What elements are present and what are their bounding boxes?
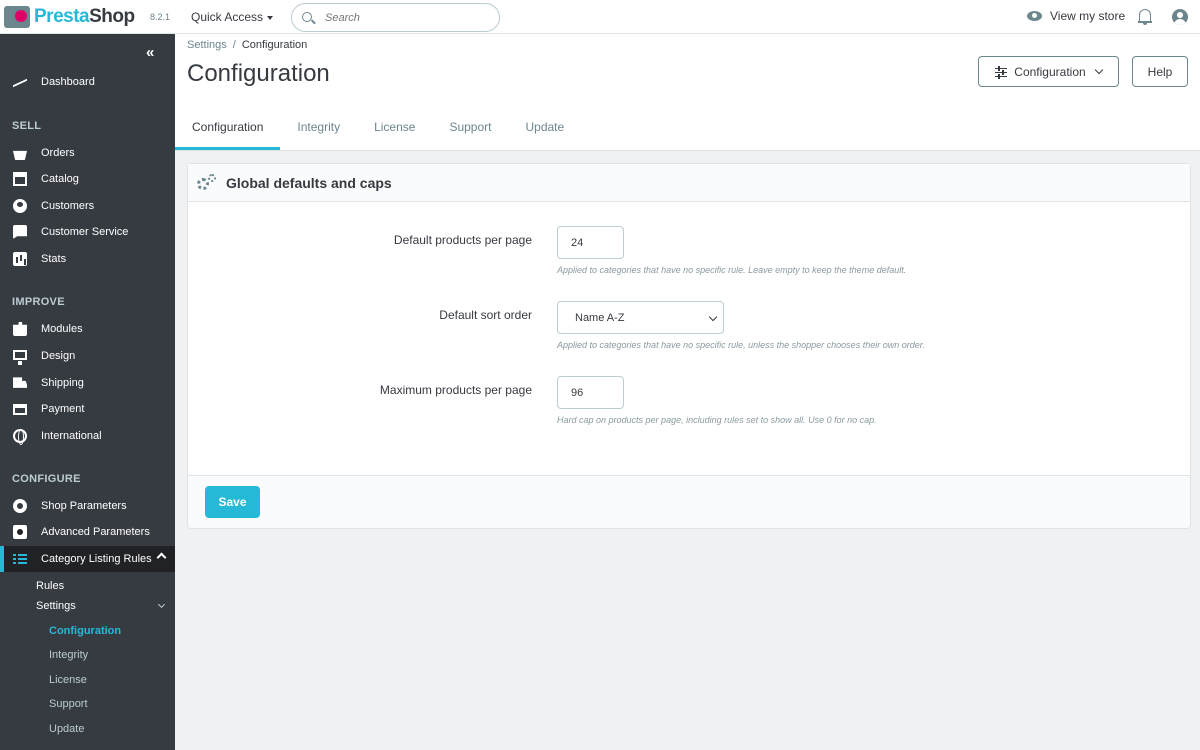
sliders-icon — [995, 65, 1008, 77]
tab-bar: Configuration Integrity License Support … — [175, 104, 581, 150]
sidebar-item-advanced-parameters[interactable]: Advanced Parameters — [0, 519, 175, 545]
sub-item-configuration[interactable]: Configuration — [49, 625, 121, 637]
section-configure: CONFIGURE — [12, 473, 81, 485]
tab-update[interactable]: Update — [508, 104, 581, 150]
tab-integrity[interactable]: Integrity — [280, 104, 357, 150]
basket-icon — [13, 150, 27, 160]
logo[interactable]: PrestaShop — [4, 5, 135, 29]
truck-icon — [13, 377, 27, 388]
sidebar-item-customers[interactable]: Customers — [0, 193, 175, 219]
top-bar: PrestaShop 8.2.1 Quick Access View my st… — [0, 0, 1200, 34]
version-label: 8.2.1 — [150, 12, 171, 22]
panel-title: Global defaults and caps — [226, 174, 392, 191]
sub-item-integrity[interactable]: Integrity — [49, 649, 88, 661]
globe-icon — [13, 429, 27, 445]
card-icon — [13, 403, 27, 415]
monitor-icon — [13, 349, 27, 365]
sidebar-item-shop-parameters[interactable]: Shop Parameters — [0, 493, 175, 519]
tab-support[interactable]: Support — [432, 104, 508, 150]
sub-item-update[interactable]: Update — [49, 723, 84, 735]
tab-license[interactable]: License — [357, 104, 432, 150]
breadcrumb: Settings / Configuration — [187, 39, 308, 51]
sort-order-help: Applied to categories that have no speci… — [557, 340, 925, 350]
caret-down-icon — [267, 15, 274, 20]
sort-order-select[interactable]: Name A-Z — [557, 301, 724, 334]
max-per-page-label: Maximum products per page — [379, 383, 532, 397]
store-icon — [13, 172, 27, 186]
user-icon — [13, 199, 27, 213]
breadcrumb-current: Configuration — [241, 39, 308, 51]
tab-configuration[interactable]: Configuration — [175, 104, 281, 150]
puzzle-icon — [13, 322, 27, 336]
section-improve: IMPROVE — [12, 296, 65, 308]
gear-icon — [13, 499, 27, 513]
per-page-label: Default products per page — [393, 233, 532, 247]
list-icon — [13, 552, 27, 566]
panel-header: Global defaults and caps — [188, 164, 1190, 202]
sidebar-item-catalog[interactable]: Catalog — [0, 166, 175, 192]
sub-item-license[interactable]: License — [49, 674, 87, 686]
trend-icon — [13, 75, 27, 89]
breadcrumb-parent[interactable]: Settings — [187, 39, 227, 51]
page-title: Configuration — [187, 60, 330, 87]
search-icon — [302, 12, 312, 22]
eye-icon — [1027, 11, 1042, 21]
quick-access-dropdown[interactable]: Quick Access — [191, 10, 274, 24]
cogs-icon — [197, 173, 217, 192]
bell-icon[interactable] — [1138, 9, 1152, 25]
sidebar-item-dashboard[interactable]: Dashboard — [0, 69, 175, 95]
save-button[interactable]: Save — [205, 486, 260, 518]
search-input[interactable] — [325, 10, 485, 26]
account-icon[interactable] — [1172, 9, 1188, 25]
sidebar-item-payment[interactable]: Payment — [0, 396, 175, 422]
search-box[interactable] — [291, 3, 500, 32]
sub-item-support[interactable]: Support — [49, 698, 88, 710]
sidebar-item-orders[interactable]: Orders — [0, 140, 175, 166]
sidebar-item-design[interactable]: Design — [0, 343, 175, 369]
max-per-page-input[interactable]: 96 — [557, 376, 624, 409]
sub-item-settings[interactable]: Settings — [36, 600, 166, 612]
sub-item-rules[interactable]: Rules — [36, 580, 64, 592]
chat-icon — [13, 225, 27, 239]
sidebar-item-customer-service[interactable]: Customer Service — [0, 219, 175, 245]
per-page-help: Applied to categories that have no speci… — [557, 265, 907, 275]
sidebar-item-stats[interactable]: Stats — [0, 246, 175, 272]
logo-icon — [4, 6, 30, 28]
sidebar-item-international[interactable]: International — [0, 423, 175, 449]
sidebar-item-modules[interactable]: Modules — [0, 316, 175, 342]
help-button[interactable]: Help — [1132, 56, 1188, 87]
page-header: Settings / Configuration Configuration Con… — [175, 34, 1200, 151]
sort-order-label: Default sort order — [439, 308, 532, 322]
per-page-input[interactable]: 24 — [557, 226, 624, 259]
chevron-down-icon — [1094, 65, 1103, 74]
panel-footer: Save — [188, 475, 1190, 528]
sidebar-item-shipping[interactable]: Shipping — [0, 370, 175, 396]
configuration-dropdown-button[interactable]: Configuration — [978, 56, 1119, 87]
section-sell: SELL — [12, 120, 42, 132]
chevron-up-icon — [156, 552, 167, 563]
chevron-down-icon — [708, 312, 718, 322]
stats-icon — [13, 252, 27, 266]
max-per-page-help: Hard cap on products per page, including… — [557, 415, 877, 425]
chevron-down-icon — [157, 600, 166, 609]
logo-text: PrestaShop — [34, 6, 135, 27]
sidebar-item-category-listing-rules[interactable]: Category Listing Rules — [0, 546, 175, 572]
settings-panel: Global defaults and caps Default product… — [187, 163, 1191, 529]
view-store-link[interactable]: View my store — [1027, 9, 1125, 23]
collapse-sidebar-icon[interactable]: « — [146, 44, 154, 61]
sidebar: « Dashboard SELL Orders Catalog Customer… — [0, 34, 175, 750]
advanced-icon — [13, 525, 27, 539]
